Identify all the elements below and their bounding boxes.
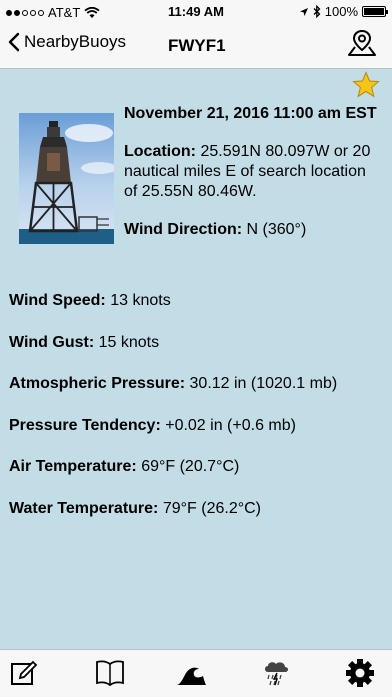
pressure-tendency-row: Pressure Tendency: +0.02 in (+0.6 mb) (9, 416, 389, 436)
wind-gust-row: Wind Gust: 15 knots (9, 333, 389, 353)
edit-icon (11, 660, 38, 685)
pressure-tendency-value: +0.02 in (+0.6 mb) (165, 416, 296, 434)
location-label: Location: (124, 143, 196, 160)
tab-notes[interactable] (8, 658, 40, 688)
wind-direction-value: N (360°) (246, 221, 307, 238)
water-temperature-row: Water Temperature: 79°F (26.2°C) (9, 499, 389, 519)
observation-header: November 21, 2016 11:00 am EST Location:… (124, 104, 382, 258)
storm-cloud-icon (265, 662, 288, 686)
wind-gust-value: 15 knots (98, 333, 160, 351)
map-button[interactable] (346, 28, 378, 65)
tab-wave[interactable] (175, 658, 207, 688)
tab-settings[interactable] (344, 658, 376, 688)
water-temperature-value: 79°F (26.2°C) (162, 499, 261, 517)
observation-list: Wind Speed: 13 knots Wind Gust: 15 knots… (9, 291, 389, 541)
navigation-bar: NearbyBuoys FWYF1 (0, 24, 392, 69)
buoy-detail-content: November 21, 2016 11:00 am EST Location:… (0, 69, 392, 649)
pressure-label: Atmospheric Pressure: (9, 375, 186, 393)
wind-speed-label: Wind Speed: (9, 292, 106, 309)
air-temperature-label: Air Temperature: (9, 458, 137, 476)
tab-weather[interactable] (260, 658, 292, 688)
star-icon (352, 71, 380, 98)
status-right: 100% (299, 4, 388, 19)
observation-datetime: November 21, 2016 11:00 am EST (124, 105, 377, 122)
wind-direction-row: Wind Direction: N (360°) (124, 220, 382, 240)
wind-gust-label: Wind Gust: (9, 333, 95, 351)
pressure-row: Atmospheric Pressure: 30.12 in (1020.1 m… (9, 374, 389, 394)
battery-icon (362, 6, 388, 17)
location-arrow-icon (299, 7, 308, 16)
air-temperature-value: 69°F (20.7°C) (141, 458, 240, 476)
gear-icon (346, 659, 374, 687)
wind-speed-row: Wind Speed: 13 knots (9, 291, 389, 311)
water-temperature-label: Water Temperature: (9, 499, 159, 517)
location-row: Location: 25.591N 80.097W or 20 nautical… (124, 142, 382, 202)
bluetooth-icon (313, 5, 321, 18)
air-temperature-row: Air Temperature: 69°F (20.7°C) (9, 457, 389, 477)
favorite-button[interactable] (352, 71, 380, 104)
chevron-left-icon (8, 32, 20, 52)
back-button[interactable]: NearbyBuoys (8, 32, 126, 52)
wind-direction-label: Wind Direction: (124, 221, 243, 238)
wave-icon (177, 667, 206, 685)
battery-percent: 100% (324, 4, 358, 19)
page-title: FWYF1 (168, 36, 226, 55)
status-bar: AT&T 11:49 AM 100% (0, 0, 392, 24)
pressure-value: 30.12 in (1020.1 mb) (189, 375, 338, 393)
back-button-label: NearbyBuoys (24, 32, 127, 51)
station-photo (19, 113, 114, 244)
book-icon (96, 660, 124, 687)
pressure-tendency-label: Pressure Tendency: (9, 416, 161, 434)
tab-bar (0, 649, 392, 697)
map-pin-icon (348, 29, 376, 56)
tab-book[interactable] (94, 658, 126, 688)
wind-speed-value: 13 knots (110, 292, 171, 309)
